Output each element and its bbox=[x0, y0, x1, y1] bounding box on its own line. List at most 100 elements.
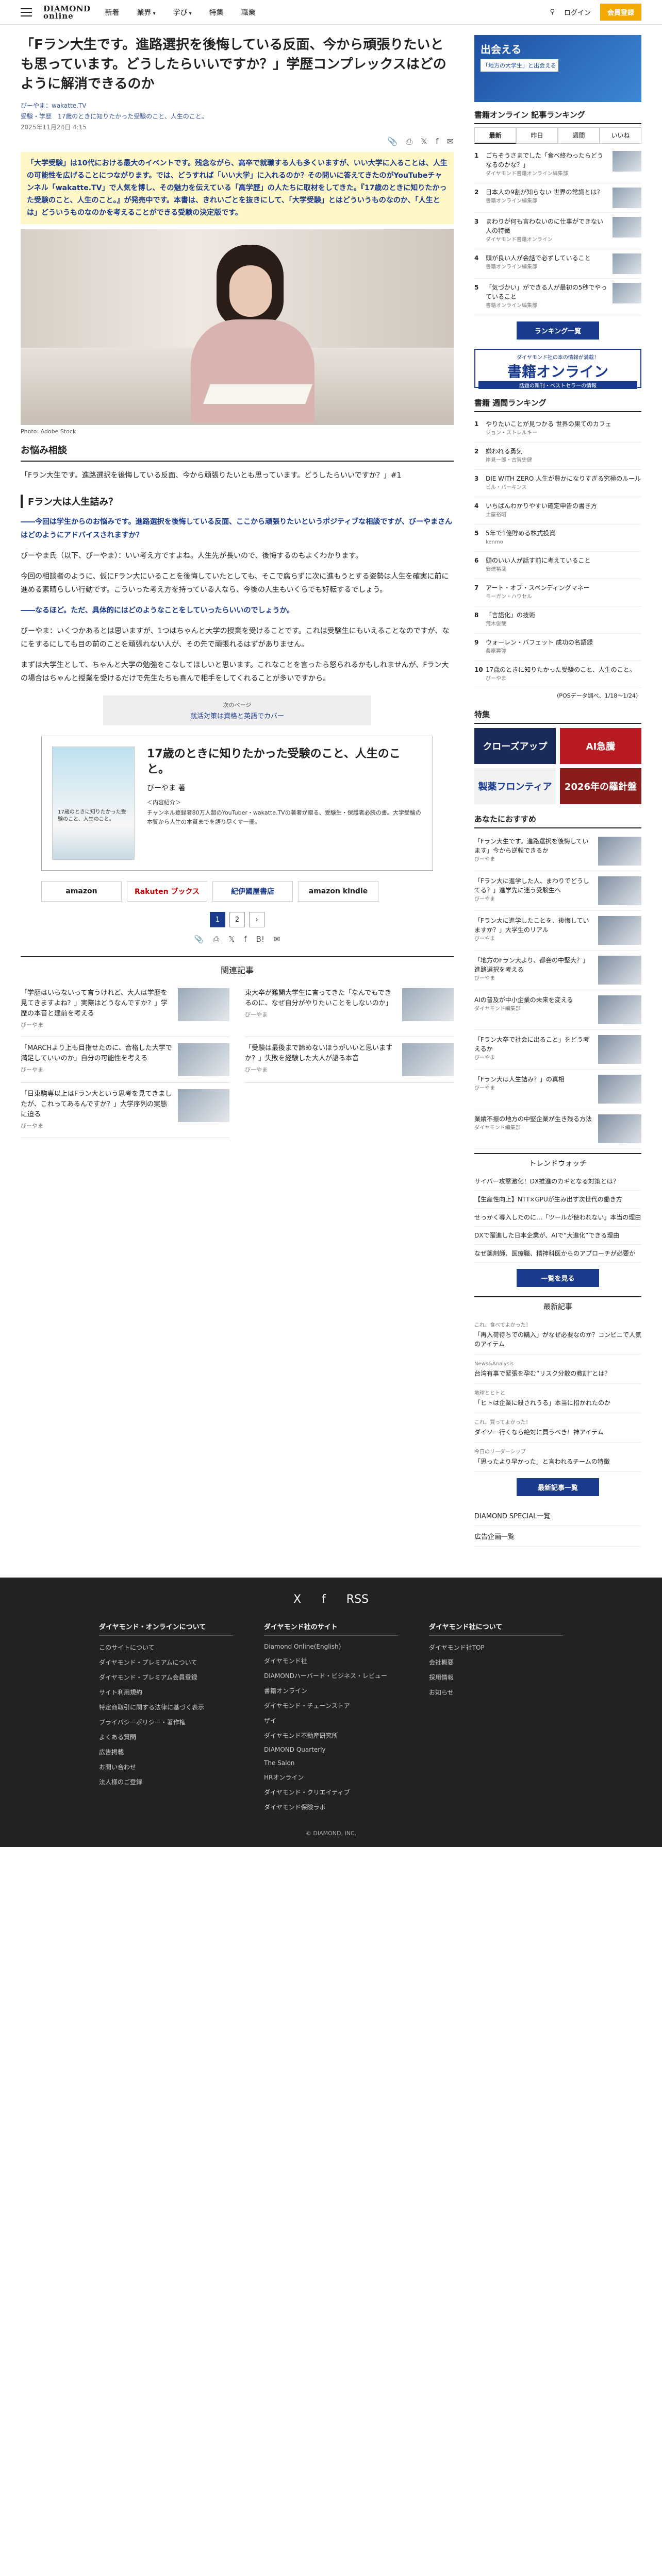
footer-link[interactable]: ダイヤモンド社 bbox=[264, 1653, 398, 1668]
store-rakuten[interactable]: Rakuten ブックス bbox=[127, 881, 207, 902]
recommend-item[interactable]: 「Fラン大は人生詰み？」の真相 びーやま bbox=[474, 1070, 641, 1109]
related-item[interactable]: 「受験は最後まで諦めないほうがいいと思いますか？」失敗を経験した大人が語る本音び… bbox=[245, 1037, 454, 1083]
author-link[interactable]: びーやま：wakatte.TV bbox=[21, 101, 454, 110]
print-icon[interactable]: ⎙ bbox=[406, 137, 412, 147]
recommend-item[interactable]: 「Fラン大卒で社会に出ること」をどう考えるか びーやま bbox=[474, 1030, 641, 1070]
footer-link[interactable]: よくある質問 bbox=[99, 1730, 233, 1744]
footer-link[interactable]: 会社概要 bbox=[429, 1655, 563, 1670]
newest-item[interactable]: これ、買ってよかった！ ダイソー行くなら絶対に買うべき！神アイテム bbox=[474, 1413, 641, 1443]
footer-link[interactable]: ダイヤモンド・プレミアム会員登録 bbox=[99, 1670, 233, 1685]
footer-link[interactable]: The Salon bbox=[264, 1756, 398, 1770]
clip-icon[interactable]: 📎 bbox=[194, 935, 204, 944]
page-2[interactable]: 2 bbox=[229, 912, 245, 927]
ranking-item[interactable]: 3 まわりが何も言わないのに仕事ができない人の特徴 ダイヤモンド書籍オンライン bbox=[474, 213, 641, 249]
store-kindle[interactable]: amazon kindle bbox=[298, 881, 378, 902]
ranking-item[interactable]: 2 日本人の9割が知らない 世界の常識とは？ 書籍オンライン編集部 bbox=[474, 183, 641, 213]
ad-list-link[interactable]: 広告企画一覧 bbox=[474, 1526, 641, 1547]
footer-link[interactable]: プライバシーポリシー・著作権 bbox=[99, 1715, 233, 1730]
newest-item[interactable]: 今日のリーダーシップ 「思ったより早かった」と言われるチームの特徴 bbox=[474, 1443, 641, 1472]
footer-link[interactable]: ダイヤモンド不動産研究所 bbox=[264, 1728, 398, 1743]
footer-link[interactable]: お問い合わせ bbox=[99, 1759, 233, 1774]
tab-latest[interactable]: 最新 bbox=[474, 127, 516, 144]
store-amazon[interactable]: amazon bbox=[41, 881, 122, 902]
facebook-icon[interactable]: f bbox=[244, 935, 246, 944]
facebook-icon[interactable]: f bbox=[436, 137, 439, 147]
footer-link[interactable]: ダイヤモンド保険ラボ bbox=[264, 1800, 398, 1815]
recommend-item[interactable]: 「Fラン大生です。進路選択を後悔しています」今から逆転できるか びーやま bbox=[474, 832, 641, 871]
footer-link[interactable]: ダイヤモンド社TOP bbox=[429, 1640, 563, 1655]
tab-weekly[interactable]: 週間 bbox=[558, 127, 600, 144]
footer-link[interactable]: 採用情報 bbox=[429, 1670, 563, 1685]
related-item[interactable]: 東大卒が難関大学生に言ってきた「なんでもできるのに、なぜ自分がやりたいことをしな… bbox=[245, 982, 454, 1037]
footer-link[interactable]: HRオンライン bbox=[264, 1770, 398, 1785]
weekly-item[interactable]: 5 5年で1億貯める株式投資 kenmo bbox=[474, 524, 641, 552]
trend-item[interactable]: サイバー攻撃激化！DX推進のカギとなる対策とは？ bbox=[474, 1173, 641, 1191]
footer-link[interactable]: お知らせ bbox=[429, 1685, 563, 1700]
footer-link[interactable]: 特定商取引に関する法律に基づく表示 bbox=[99, 1700, 233, 1715]
menu-icon[interactable] bbox=[21, 8, 32, 16]
recommend-item[interactable]: AIの普及が中小企業の未来を変える ダイヤモンド編集部 bbox=[474, 990, 641, 1030]
footer-link[interactable]: 法人様のご登録 bbox=[99, 1774, 233, 1789]
nav-new[interactable]: 新着 bbox=[105, 7, 120, 18]
trend-item[interactable]: なぜ薬剤師、医療職、精神科医からのアプローチが必要か bbox=[474, 1245, 641, 1263]
books-online-banner[interactable]: ダイヤモンド社の本の情報が満載！ 書籍オンライン 話題の新刊・ベストセラーの情報 bbox=[474, 349, 641, 389]
sidebar-ad[interactable]: 出会える 「地方の大学生」と出会える bbox=[474, 35, 641, 102]
recommend-item[interactable]: 「地方のFラン大より、都会の中堅大？」進路選択を考える びーやま bbox=[474, 951, 641, 990]
footer-link[interactable]: DIAMOND Quarterly bbox=[264, 1743, 398, 1756]
footer-link[interactable]: サイト利用規約 bbox=[99, 1685, 233, 1700]
book-cover[interactable]: 17歳のときに知りたかった受験のこと、人生のこと。 bbox=[52, 747, 135, 860]
footer-link[interactable]: ダイヤモンド・プレミアムについて bbox=[99, 1655, 233, 1670]
newest-item[interactable]: News&Analysis 台湾有事で緊張を孕む“リスク分散の教訓”とは？ bbox=[474, 1354, 641, 1384]
nav-job[interactable]: 職業 bbox=[241, 7, 256, 18]
recommend-item[interactable]: 業績不振の地方の中堅企業が生き残る方法 ダイヤモンド編集部 bbox=[474, 1109, 641, 1149]
related-item[interactable]: 「日東駒専以上はFラン大という思考を見てきましたが、これってあるんですか？」大学… bbox=[21, 1083, 229, 1138]
footer-link[interactable]: 書籍オンライン bbox=[264, 1683, 398, 1698]
ranking-item[interactable]: 4 頭が良い人が会話で必ずしていること 書籍オンライン編集部 bbox=[474, 249, 641, 279]
footer-link[interactable]: Diamond Online(English) bbox=[264, 1640, 398, 1653]
x-icon[interactable]: X bbox=[293, 1593, 301, 1606]
trend-item[interactable]: DXで躍進した日本企業が、AIで“大進化”できる理由 bbox=[474, 1227, 641, 1245]
store-kinokuniya[interactable]: 紀伊國屋書店 bbox=[212, 881, 293, 902]
recommend-item[interactable]: 「Fラン大に進学した人、まわりでどうしてる？」進学先に迷う受験生へ びーやま bbox=[474, 871, 641, 911]
tab-likes[interactable]: いいね bbox=[600, 127, 641, 144]
facebook-icon[interactable]: f bbox=[322, 1593, 326, 1606]
feature-ai[interactable]: AI急騰 bbox=[560, 728, 641, 764]
weekly-item[interactable]: 4 いちばんわかりやすい確定申告の書き方 土屋裕昭 bbox=[474, 497, 641, 524]
mail-icon[interactable]: ✉ bbox=[447, 137, 454, 147]
weekly-item[interactable]: 10 17歳のときに知りたかった受験のこと、人生のこと。 びーやま bbox=[474, 661, 641, 688]
trend-item[interactable]: 【生産性向上】NTT×GPUが生み出す次世代の働き方 bbox=[474, 1191, 641, 1209]
weekly-item[interactable]: 1 やりたいことが見つかる 世界の果てのカフェ ジョン・ストレルキー bbox=[474, 415, 641, 443]
weekly-item[interactable]: 2 嫌われる勇気 岸見一郎・古賀史健 bbox=[474, 443, 641, 470]
weekly-item[interactable]: 6 頭のいい人が話す前に考えていること 安達裕哉 bbox=[474, 552, 641, 579]
footer-link[interactable]: このサイトについて bbox=[99, 1640, 233, 1655]
bookmark-icon[interactable]: B! bbox=[256, 935, 264, 944]
footer-link[interactable]: 広告掲載 bbox=[99, 1744, 233, 1759]
weekly-item[interactable]: 8 「言語化」の技術 荒木俊哉 bbox=[474, 606, 641, 634]
tab-yesterday[interactable]: 昨日 bbox=[516, 127, 558, 144]
footer-link[interactable]: ダイヤモンド・チェーンストア bbox=[264, 1698, 398, 1713]
login-link[interactable]: ログイン bbox=[564, 7, 591, 17]
x-icon[interactable]: 𝕏 bbox=[228, 935, 235, 944]
weekly-item[interactable]: 9 ウォーレン・バフェット 成功の名語録 桑原晃弥 bbox=[474, 634, 641, 661]
nav-feature[interactable]: 特集 bbox=[209, 7, 224, 18]
ranking-item[interactable]: 1 ごちそうさまでした「食べ終わったらどうなるのかな？」 ダイヤモンド書籍オンライン… bbox=[474, 147, 641, 183]
search-icon[interactable]: ⚲ bbox=[550, 8, 555, 16]
trend-list-button[interactable]: 一覧を見る bbox=[517, 1269, 599, 1287]
print-icon[interactable]: ⎙ bbox=[213, 935, 219, 944]
next-page-arrow-icon[interactable]: › bbox=[249, 912, 264, 927]
nav-industry[interactable]: 業界 bbox=[137, 7, 156, 18]
member-register-button[interactable]: 会員登録 bbox=[600, 4, 641, 21]
footer-link[interactable]: ザイ bbox=[264, 1713, 398, 1728]
diamond-special-link[interactable]: DIAMOND SPECIAL一覧 bbox=[474, 1505, 641, 1526]
feature-2026[interactable]: 2026年の羅針盤 bbox=[560, 768, 641, 804]
rss-icon[interactable]: RSS bbox=[346, 1593, 369, 1606]
newest-list-button[interactable]: 最新記事一覧 bbox=[517, 1478, 599, 1496]
weekly-item[interactable]: 3 DIE WITH ZERO 人生が豊かになりすぎる究極のルール ビル・パーキンス bbox=[474, 470, 641, 497]
feature-pharma[interactable]: 製薬フロンティア bbox=[474, 768, 556, 804]
trend-item[interactable]: せっかく導入したのに…「ツールが使われない」本当の理由 bbox=[474, 1209, 641, 1227]
mail-icon[interactable]: ✉ bbox=[274, 935, 280, 944]
page-1[interactable]: 1 bbox=[210, 912, 225, 927]
newest-item[interactable]: 地球とヒトと 「ヒトは企業に殺されうる」本当に招かれたのか bbox=[474, 1384, 641, 1413]
weekly-item[interactable]: 7 アート・オブ・スペンディングマネー モーガン・ハウセル bbox=[474, 579, 641, 606]
x-icon[interactable]: 𝕏 bbox=[421, 137, 427, 147]
